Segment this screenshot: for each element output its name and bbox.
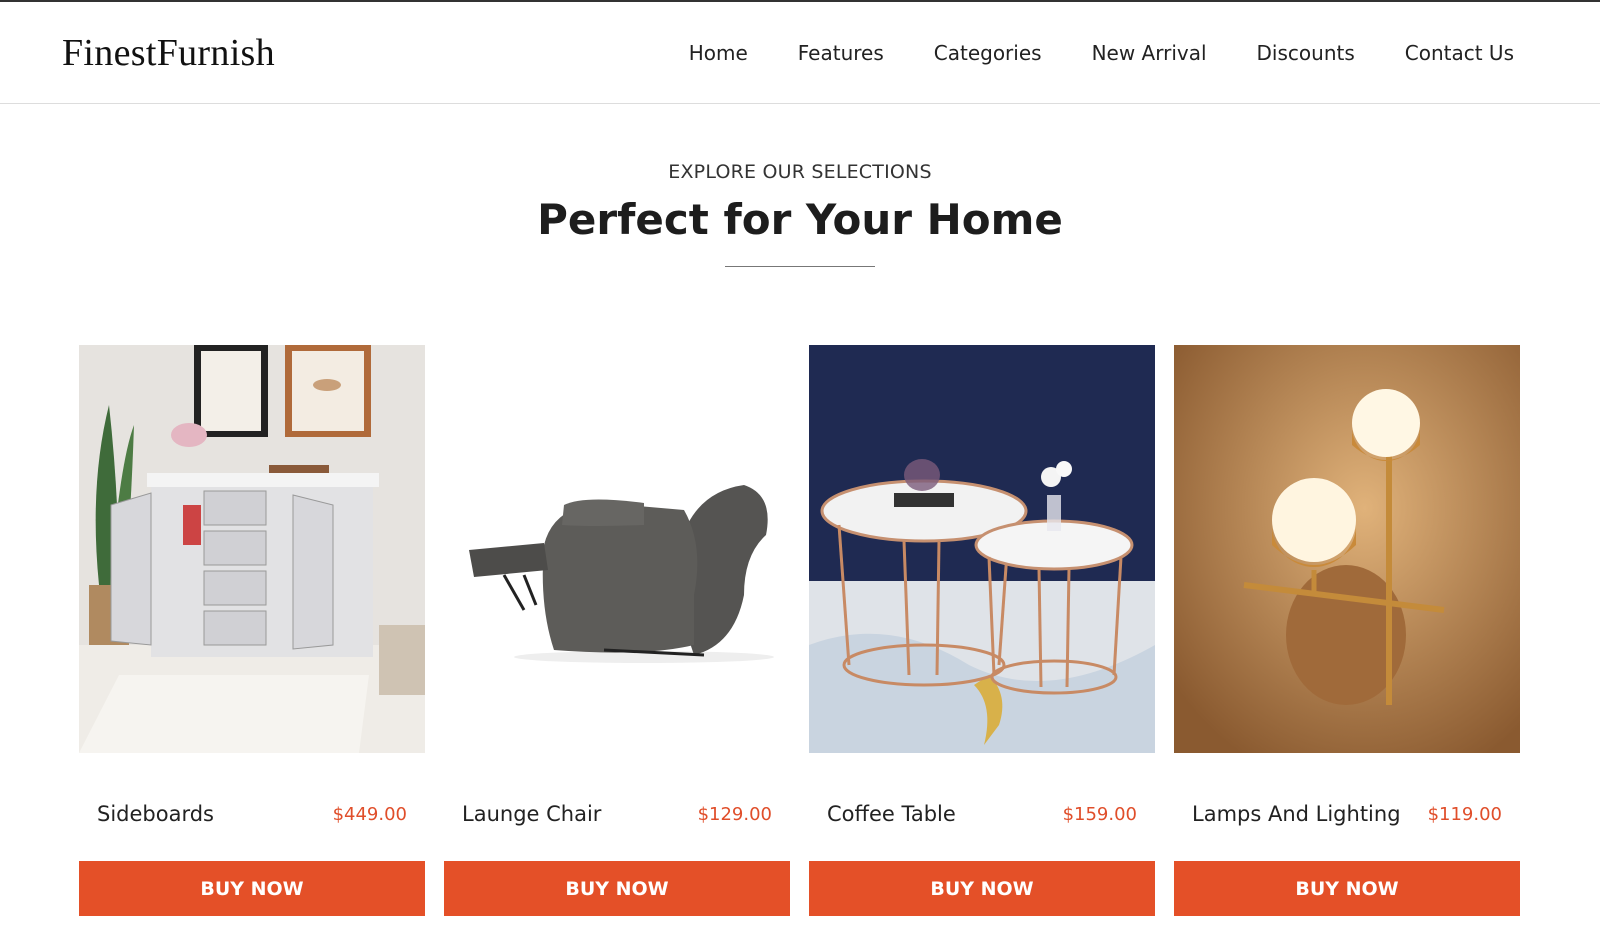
product-name: Coffee Table xyxy=(827,802,956,826)
section-eyebrow: EXPLORE OUR SELECTIONS xyxy=(668,161,932,183)
product-grid: Sideboards $449.00 BUY NOW Launge Chair … xyxy=(79,345,1520,916)
product-meta: Launge Chair $129.00 xyxy=(444,799,790,829)
nav-contact-us[interactable]: Contact Us xyxy=(1405,41,1514,65)
product-name: Launge Chair xyxy=(462,802,602,826)
product-card-lounge-chair: Launge Chair $129.00 BUY NOW xyxy=(444,345,790,916)
product-image-coffee-table[interactable] xyxy=(809,345,1155,753)
product-name: Sideboards xyxy=(97,802,214,826)
product-price: $119.00 xyxy=(1427,803,1502,825)
product-price: $159.00 xyxy=(1062,803,1137,825)
product-image-sideboards[interactable] xyxy=(79,345,425,753)
product-meta: Lamps And Lighting $119.00 xyxy=(1174,799,1520,829)
title-divider xyxy=(725,266,875,267)
buy-now-button[interactable]: BUY NOW xyxy=(1174,861,1520,916)
nav-discounts[interactable]: Discounts xyxy=(1257,41,1355,65)
nav-new-arrival[interactable]: New Arrival xyxy=(1092,41,1207,65)
product-meta: Coffee Table $159.00 xyxy=(809,799,1155,829)
product-image-lamps-and-lighting[interactable] xyxy=(1174,345,1520,753)
nav-features[interactable]: Features xyxy=(798,41,884,65)
product-card-lamps-and-lighting: Lamps And Lighting $119.00 BUY NOW xyxy=(1174,345,1520,916)
section-heading: EXPLORE OUR SELECTIONS Perfect for Your … xyxy=(0,161,1600,267)
buy-now-button[interactable]: BUY NOW xyxy=(79,861,425,916)
product-card-coffee-table: Coffee Table $159.00 BUY NOW xyxy=(809,345,1155,916)
buy-now-button[interactable]: BUY NOW xyxy=(444,861,790,916)
nav-home[interactable]: Home xyxy=(689,41,748,65)
buy-now-button[interactable]: BUY NOW xyxy=(809,861,1155,916)
site-header: FinestFurnish Home Features Categories N… xyxy=(0,2,1600,104)
brand-logo[interactable]: FinestFurnish xyxy=(62,31,275,75)
product-card-sideboards: Sideboards $449.00 BUY NOW xyxy=(79,345,425,916)
product-meta: Sideboards $449.00 xyxy=(79,799,425,829)
nav-categories[interactable]: Categories xyxy=(934,41,1042,65)
product-price: $449.00 xyxy=(332,803,407,825)
product-name: Lamps And Lighting xyxy=(1192,802,1401,826)
product-price: $129.00 xyxy=(697,803,772,825)
main-nav: Home Features Categories New Arrival Dis… xyxy=(689,41,1514,65)
section-title: Perfect for Your Home xyxy=(537,195,1063,244)
product-image-lounge-chair[interactable] xyxy=(444,345,790,753)
